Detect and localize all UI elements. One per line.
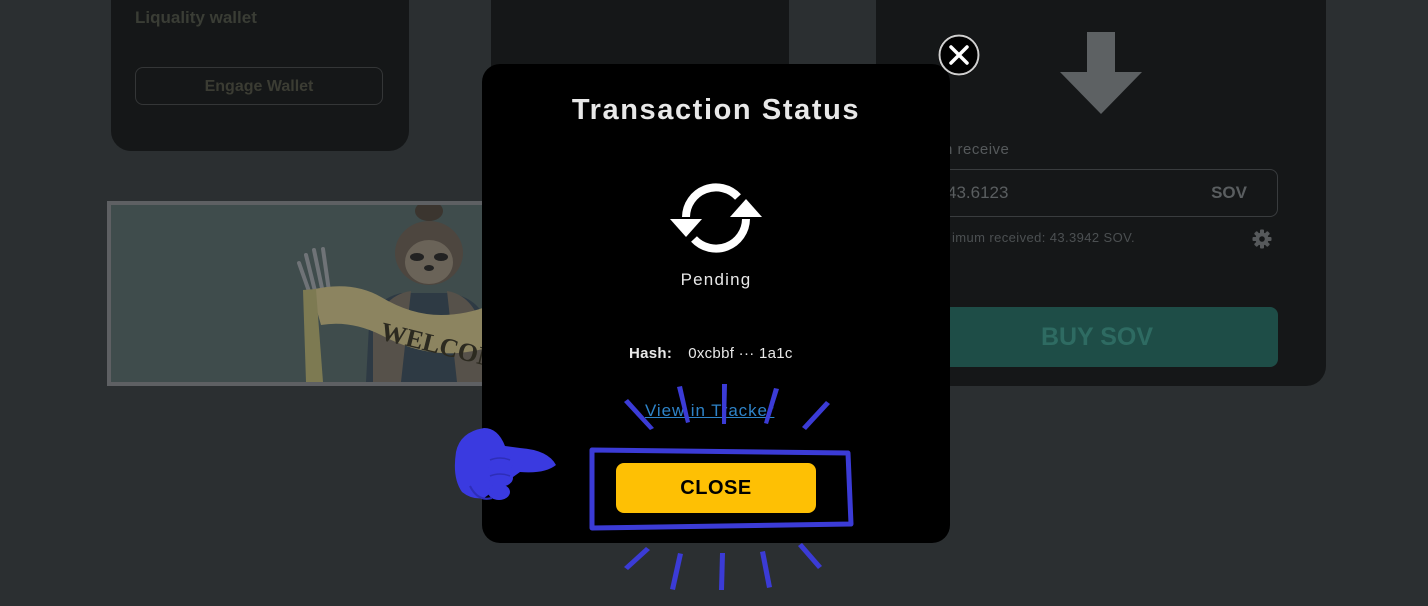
banner-image: WELCOM <box>111 205 497 382</box>
gear-icon[interactable] <box>1252 229 1272 249</box>
hash-value: 0xcbbf ··· 1a1c <box>688 345 793 362</box>
refresh-icon <box>670 183 762 253</box>
receive-value: 43.6123 <box>947 183 1009 202</box>
sloth-illustration: WELCOM <box>297 205 497 382</box>
receive-amount-field[interactable]: 43.6123 SOV <box>916 169 1278 217</box>
wallet-title: Liquality wallet <box>135 8 257 27</box>
hash-label: Hash: <box>629 345 673 362</box>
hash-row: Hash: 0xcbbf ··· 1a1c <box>629 345 793 362</box>
close-icon <box>938 34 980 76</box>
wallet-card: Liquality wallet Engage Wallet <box>111 0 409 151</box>
receive-unit: SOV <box>1211 183 1247 202</box>
arrow-down-icon <box>1060 32 1142 114</box>
minimum-received-text: imum received: 43.3942 SOV. <box>952 230 1136 245</box>
modal-close-button[interactable] <box>938 34 980 76</box>
view-in-tracker-link[interactable]: View in Tracker <box>645 401 774 421</box>
welcome-banner: WELCOM <box>107 201 497 386</box>
buy-sov-button[interactable]: BUY SOV <box>916 307 1278 367</box>
transaction-status-text: Pending <box>680 270 752 289</box>
receive-label: n receive <box>944 141 1010 158</box>
close-button[interactable]: CLOSE <box>616 463 816 513</box>
modal-title: Transaction Status <box>571 94 861 126</box>
engage-wallet-button[interactable]: Engage Wallet <box>135 67 383 105</box>
